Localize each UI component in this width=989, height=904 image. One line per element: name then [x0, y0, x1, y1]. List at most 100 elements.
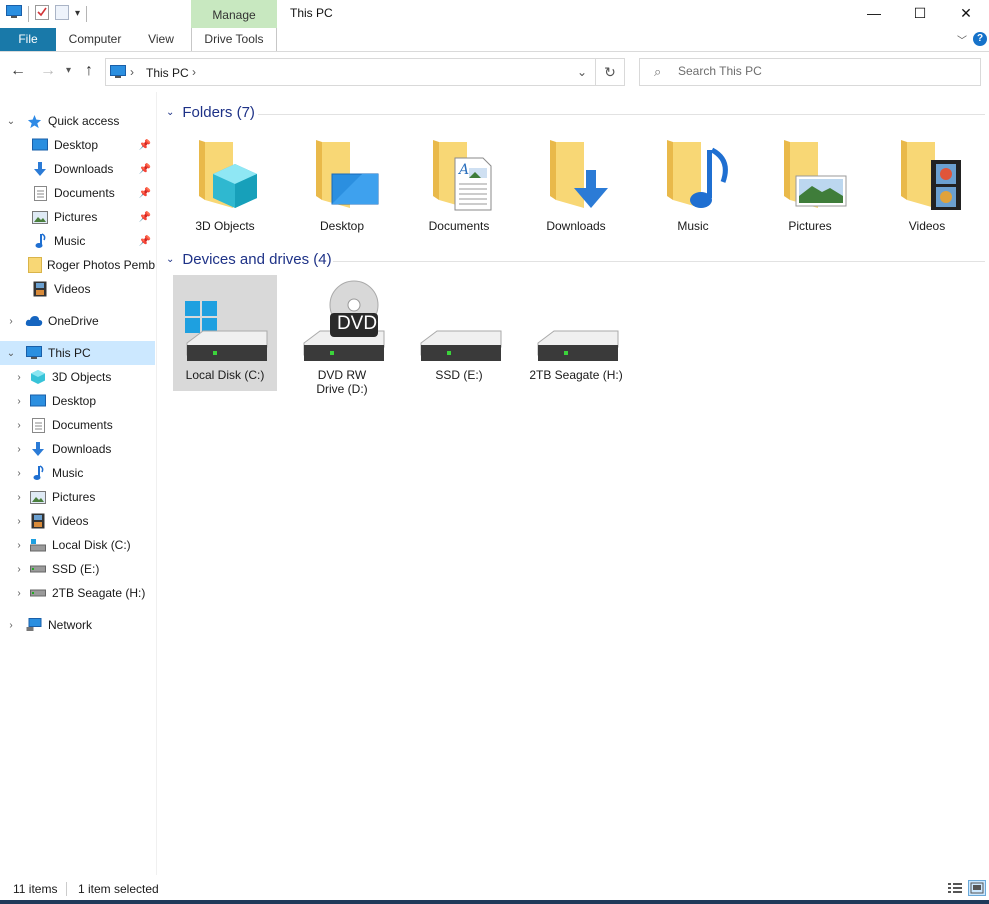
manage-contextual-tab[interactable]: Manage — [191, 0, 277, 28]
folders-group-header[interactable]: ⌄ Folders (7) — [166, 104, 255, 121]
tab-drive-tools[interactable]: Drive Tools — [191, 28, 277, 51]
folder-pictures[interactable]: Pictures — [758, 134, 862, 233]
expand-chevron-icon[interactable]: › — [13, 516, 25, 527]
details-view-icon[interactable] — [946, 880, 964, 896]
address-dropdown-icon[interactable]: ⌄ — [577, 65, 587, 79]
group-title: Folders (7) — [182, 104, 255, 121]
tab-file[interactable]: File — [0, 28, 56, 51]
breadcrumb-chevron-icon[interactable]: › — [192, 65, 196, 79]
nav-item-documents[interactable]: Documents 📌 — [0, 181, 155, 205]
nav-this-pc[interactable]: ⌄ This PC — [0, 341, 155, 365]
nav-label: Desktop — [52, 394, 97, 408]
recent-locations-chevron-icon[interactable]: ▾ — [66, 65, 71, 76]
drive-icon — [537, 330, 619, 361]
expand-chevron-icon[interactable]: › — [13, 372, 25, 383]
pictures-icon — [31, 209, 49, 225]
pin-icon[interactable]: 📌 — [139, 140, 151, 151]
nav-pc-downloads[interactable]: › Downloads — [0, 437, 155, 461]
nav-pc-music[interactable]: › Music — [0, 461, 155, 485]
tab-computer[interactable]: Computer — [62, 28, 128, 51]
nav-pc-pictures[interactable]: › Pictures — [0, 485, 155, 509]
pin-icon[interactable]: 📌 — [139, 188, 151, 199]
folder-music[interactable]: Music — [641, 134, 745, 233]
collapse-chevron-icon[interactable]: ⌄ — [5, 348, 17, 359]
customize-qat-icon[interactable]: ▾ — [75, 8, 80, 19]
nav-label: Pictures — [54, 210, 98, 224]
expand-chevron-icon[interactable]: › — [13, 564, 25, 575]
breadcrumb-this-pc[interactable]: This PC — [146, 66, 189, 80]
nav-pc-ssd[interactable]: › SSD (E:) — [0, 557, 155, 581]
forward-arrow-icon[interactable]: → — [40, 62, 56, 80]
nav-item-pictures[interactable]: Pictures 📌 — [0, 205, 155, 229]
nav-item-desktop[interactable]: Desktop 📌 — [0, 133, 155, 157]
search-box[interactable]: ⌕ — [639, 58, 981, 86]
back-arrow-icon[interactable]: ← — [10, 62, 26, 80]
nav-item-downloads[interactable]: Downloads 📌 — [0, 157, 155, 181]
help-icon[interactable]: ? — [973, 32, 987, 46]
pin-icon[interactable]: 📌 — [139, 164, 151, 175]
nav-pc-desktop[interactable]: › Desktop — [0, 389, 155, 413]
drive-ssd[interactable]: SSD (E:) — [407, 275, 511, 382]
expand-chevron-icon[interactable]: › — [13, 492, 25, 503]
taskbar-edge — [0, 900, 989, 904]
nav-quick-access[interactable]: ⌄ Quick access — [0, 109, 155, 133]
address-bar[interactable]: › This PC › ⌄ — [105, 58, 596, 86]
nav-item-videos[interactable]: Videos — [0, 277, 155, 301]
maximize-button[interactable]: ☐ — [897, 0, 943, 26]
new-folder-icon[interactable] — [55, 4, 69, 23]
expand-chevron-icon[interactable]: › — [13, 420, 25, 431]
nav-onedrive[interactable]: › OneDrive — [0, 309, 155, 333]
expand-chevron-icon[interactable]: › — [13, 588, 25, 599]
collapse-chevron-icon[interactable]: ⌄ — [166, 254, 174, 265]
drives-group-header[interactable]: ⌄ Devices and drives (4) — [166, 251, 332, 268]
minimize-button[interactable]: — — [851, 0, 897, 26]
expand-chevron-icon[interactable]: › — [5, 316, 17, 327]
downloads-folder-icon — [550, 140, 608, 208]
tile-label: 2TB Seagate (H:) — [529, 368, 623, 382]
nav-network[interactable]: › Network — [0, 613, 155, 637]
nav-pc-local-disk[interactable]: › Local Disk (C:) — [0, 533, 155, 557]
network-icon — [25, 617, 43, 633]
properties-icon[interactable] — [35, 4, 49, 23]
folder-documents[interactable]: A Documents — [407, 134, 511, 233]
tile-label: Downloads — [546, 219, 606, 233]
collapse-chevron-icon[interactable]: ⌄ — [5, 116, 17, 127]
drive-dvd[interactable]: DVD DVD RW Drive (D:) — [290, 275, 394, 396]
expand-chevron-icon[interactable]: › — [13, 540, 25, 551]
nav-label: 3D Objects — [52, 370, 112, 384]
folder-downloads[interactable]: Downloads — [524, 134, 628, 233]
pin-icon[interactable]: 📌 — [139, 212, 151, 223]
expand-chevron-icon[interactable]: › — [13, 468, 25, 479]
desktop-icon — [31, 137, 49, 153]
group-divider — [258, 114, 985, 115]
videos-icon — [31, 281, 49, 297]
drive-local-disk[interactable]: Local Disk (C:) — [173, 275, 277, 391]
close-button[interactable]: ✕ — [943, 0, 989, 26]
nav-item-music[interactable]: Music 📌 — [0, 229, 155, 253]
large-icons-view-icon[interactable] — [968, 880, 986, 896]
expand-chevron-icon[interactable]: › — [5, 620, 17, 631]
folder-desktop[interactable]: Desktop — [290, 134, 394, 233]
documents-icon — [29, 417, 47, 433]
nav-pc-3d-objects[interactable]: › 3D Objects — [0, 365, 155, 389]
tile-label: Pictures — [788, 219, 832, 233]
this-pc-app-icon[interactable] — [6, 5, 22, 22]
expand-chevron-icon[interactable]: › — [13, 444, 25, 455]
expand-chevron-icon[interactable]: › — [13, 396, 25, 407]
breadcrumb-separator-icon[interactable]: › — [130, 65, 134, 79]
nav-label: Desktop — [54, 138, 99, 152]
collapse-chevron-icon[interactable]: ⌄ — [166, 107, 174, 118]
pin-icon[interactable]: 📌 — [139, 236, 151, 247]
nav-pc-documents[interactable]: › Documents — [0, 413, 155, 437]
expand-ribbon-chevron-icon[interactable]: ﹀ — [957, 32, 967, 47]
tab-view[interactable]: View — [138, 28, 184, 51]
folder-3d-objects[interactable]: 3D Objects — [173, 134, 277, 233]
nav-pc-videos[interactable]: › Videos — [0, 509, 155, 533]
refresh-icon[interactable]: ↻ — [596, 58, 625, 86]
drive-seagate[interactable]: 2TB Seagate (H:) — [524, 275, 628, 382]
search-input[interactable] — [678, 64, 968, 78]
nav-pc-seagate[interactable]: › 2TB Seagate (H:) — [0, 581, 155, 605]
nav-item-roger-photos[interactable]: Roger Photos Pemb — [0, 253, 155, 277]
up-arrow-icon[interactable]: ↑ — [85, 62, 93, 80]
folder-videos[interactable]: Videos — [875, 134, 979, 233]
